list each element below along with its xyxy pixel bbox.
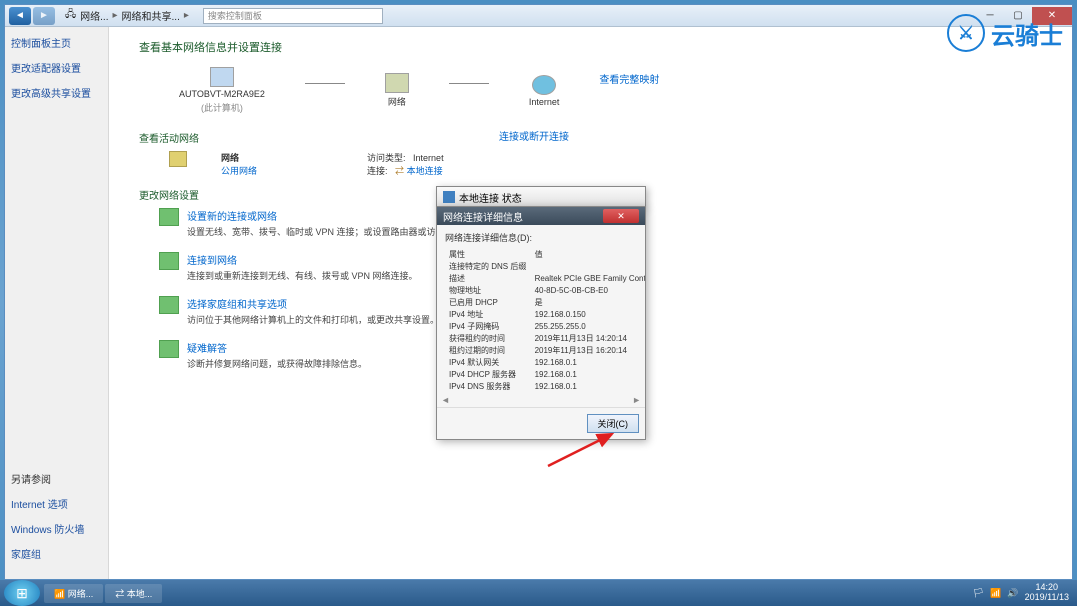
nav-forward-button[interactable]: ► — [33, 7, 55, 25]
clock[interactable]: 14:20 2019/11/13 — [1025, 583, 1069, 603]
breadcrumb[interactable]: 🖧 网络... ▸ 网络和共享... ▸ — [59, 7, 195, 24]
node-internet: Internet — [529, 75, 560, 107]
sidebar-item-internet-options[interactable]: Internet 选项 — [11, 496, 102, 511]
computer-icon — [210, 67, 234, 87]
setting-link[interactable]: 疑难解答 — [187, 340, 367, 355]
tray-network-icon[interactable]: 📶 — [990, 588, 1001, 599]
tray-flag-icon[interactable]: 🏳 — [973, 588, 984, 599]
network-type-link[interactable]: 公用网络 — [221, 166, 257, 176]
table-row: IPv4 默认网关192.168.0.1 — [447, 358, 645, 368]
setting-link[interactable]: 设置新的连接或网络 — [187, 208, 463, 223]
network-icon — [385, 73, 409, 93]
breadcrumb-item[interactable]: 网络... — [80, 8, 108, 23]
connection-icon — [443, 191, 455, 203]
network-name: 网络 — [221, 151, 257, 164]
setting-desc: 设置无线、宽带、拨号、临时或 VPN 连接；或设置路由器或访问点。 — [187, 225, 463, 238]
dialog-close-button[interactable]: ✕ — [603, 209, 639, 223]
sidebar-footer-label: 另请参阅 — [11, 471, 102, 486]
start-button[interactable]: ⊞ — [4, 580, 40, 606]
logo-watermark: ⚔ 云骑士 — [947, 14, 1063, 52]
table-row: 描述Realtek PCIe GBE Family Controlle — [447, 274, 645, 284]
taskbar-item[interactable]: 📶 网络... — [44, 584, 103, 603]
network-diagram: AUTOBVT-M2RA9E2 (此计算机) 网络 Internet — [139, 67, 559, 114]
details-dialog-body: 网络连接详细信息(D): 属性值 连接特定的 DNS 后缀描述Realtek P… — [437, 225, 645, 393]
breadcrumb-item[interactable]: 网络和共享... — [122, 8, 180, 23]
logo-icon: ⚔ — [947, 14, 985, 52]
sidebar-item-homegroup[interactable]: 家庭组 — [11, 546, 102, 561]
node-this-pc: AUTOBVT-M2RA9E2 (此计算机) — [179, 67, 265, 114]
setting-desc: 诊断并修复网络问题，或获得故障排除信息。 — [187, 357, 367, 370]
taskbar: ⊞ 📶 网络... ⇄ 本地... 🏳 📶 🔊 14:20 2019/11/13 — [0, 580, 1077, 606]
table-row: IPv4 地址192.168.0.150 — [447, 310, 645, 320]
setting-desc: 访问位于其他网络计算机上的文件和打印机，或更改共享设置。 — [187, 313, 439, 326]
setting-icon — [159, 340, 179, 358]
tray-sound-icon[interactable]: 🔊 — [1007, 588, 1018, 599]
table-row: 连接特定的 DNS 后缀 — [447, 262, 645, 272]
local-connection-link[interactable]: 本地连接 — [407, 166, 443, 176]
setting-link[interactable]: 选择家庭组和共享选项 — [187, 296, 439, 311]
network-small-icon — [169, 151, 187, 167]
table-row: IPv4 子网掩码255.255.255.0 — [447, 322, 645, 332]
section-active-networks: 查看活动网络 — [139, 130, 199, 145]
details-dialog-titlebar[interactable]: 网络连接详细信息 ✕ — [437, 207, 645, 225]
details-dialog: 网络连接详细信息 ✕ 网络连接详细信息(D): 属性值 连接特定的 DNS 后缀… — [436, 206, 646, 440]
view-full-map-link[interactable]: 查看完整映射 — [599, 71, 659, 86]
status-dialog: 本地连接 状态 — [436, 186, 646, 208]
details-label: 网络连接详细信息(D): — [445, 231, 637, 244]
details-table: 属性值 连接特定的 DNS 后缀描述Realtek PCIe GBE Famil… — [445, 248, 645, 393]
page-title: 查看基本网络信息并设置连接 — [139, 39, 1042, 55]
status-dialog-title: 本地连接 状态 — [437, 187, 645, 207]
setting-desc: 连接到或重新连接到无线、有线、拨号或 VPN 网络连接。 — [187, 269, 418, 282]
scrollbar[interactable]: ◄► — [437, 393, 645, 407]
node-network: 网络 — [385, 73, 409, 108]
sidebar: 控制面板主页 更改适配器设置 更改高级共享设置 另请参阅 Internet 选项… — [5, 27, 109, 579]
setting-link[interactable]: 连接到网络 — [187, 252, 418, 267]
close-details-button[interactable]: 关闭(C) — [587, 414, 640, 433]
active-network-row: 网络 公用网络 访问类型: Internet 连接: ⇄ 本地连接 — [139, 151, 1042, 177]
setting-icon — [159, 296, 179, 314]
table-row: 租约过期的时间2019年11月13日 16:20:14 — [447, 346, 645, 356]
setting-icon — [159, 208, 179, 226]
table-row: IPv4 DHCP 服务器192.168.0.1 — [447, 370, 645, 380]
titlebar: ◄ ► 🖧 网络... ▸ 网络和共享... ▸ 搜索控制面板 ─ ▢ ✕ — [5, 5, 1072, 27]
globe-icon — [532, 75, 556, 95]
taskbar-item[interactable]: ⇄ 本地... — [105, 584, 162, 603]
sidebar-item-sharing[interactable]: 更改高级共享设置 — [11, 85, 102, 100]
sidebar-item-home[interactable]: 控制面板主页 — [11, 35, 102, 50]
table-row: IPv4 DNS 服务器192.168.0.1 — [447, 382, 645, 392]
connect-disconnect-link[interactable]: 连接或断开连接 — [499, 128, 569, 143]
system-tray[interactable]: 🏳 📶 🔊 14:20 2019/11/13 — [973, 583, 1077, 603]
sidebar-item-firewall[interactable]: Windows 防火墙 — [11, 521, 102, 536]
setting-icon — [159, 252, 179, 270]
table-row: 物理地址40-8D-5C-0B-CB-E0 — [447, 286, 645, 296]
sidebar-item-adapters[interactable]: 更改适配器设置 — [11, 60, 102, 75]
table-row: 已启用 DHCP是 — [447, 298, 645, 308]
search-input[interactable]: 搜索控制面板 — [203, 8, 383, 24]
table-row: 获得租约的时间2019年11月13日 14:20:14 — [447, 334, 645, 344]
nav-back-button[interactable]: ◄ — [9, 7, 31, 25]
